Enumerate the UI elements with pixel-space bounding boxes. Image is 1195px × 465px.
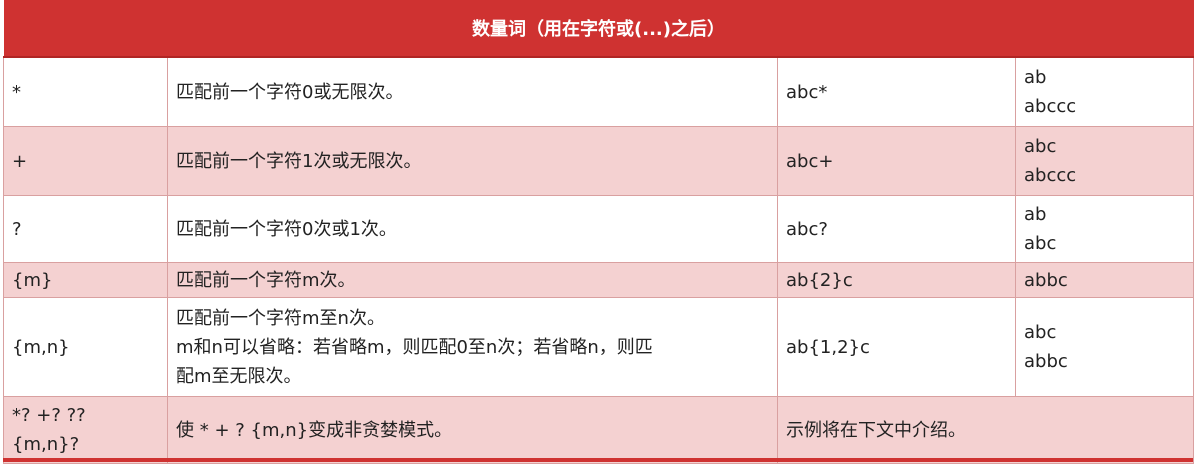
table-row: *? +? ?? {m,n}? 使 * + ? {m,n}变成非贪婪模式。 示例… xyxy=(3,396,1195,464)
match-item: abc xyxy=(1024,322,1057,343)
table-row: + 匹配前一个字符1次或无限次。 abc+ abc abccc xyxy=(3,126,1195,196)
syntax-cell: *? +? ?? {m,n}? xyxy=(3,396,168,464)
match-item: abc xyxy=(1024,136,1057,157)
table-row: ? 匹配前一个字符0次或1次。 abc? ab abc xyxy=(3,195,1195,263)
quantifier-table-container: 数量词（用在字符或(...)之后） * 匹配前一个字符0或无限次。 abc* a… xyxy=(0,0,1195,465)
match-item: ab xyxy=(1024,204,1047,225)
match-item: abbc xyxy=(1024,269,1068,291)
description-cell: 使 * + ? {m,n}变成非贪婪模式。 xyxy=(167,396,778,464)
syntax-line: {m,n}? xyxy=(12,434,80,455)
syntax-cell: ? xyxy=(3,195,168,263)
table-row: {m,n} 匹配前一个字符m至n次。 m和n可以省略：若省略m，则匹配0至n次；… xyxy=(3,297,1195,397)
syntax-cell: {m} xyxy=(3,262,168,298)
description-cell: 匹配前一个字符0次或1次。 xyxy=(167,195,778,263)
matches-cell: abbc xyxy=(1014,262,1195,298)
match-item: abbc xyxy=(1024,351,1068,372)
description-cell: 匹配前一个字符m次。 xyxy=(167,262,778,298)
description-cell: 匹配前一个字符m至n次。 m和n可以省略：若省略m，则匹配0至n次；若省略n，则… xyxy=(167,297,778,397)
example-cell: ab{2}c xyxy=(777,262,1016,298)
description-cell: 匹配前一个字符1次或无限次。 xyxy=(167,126,778,196)
description-line: 匹配前一个字符m至n次。 xyxy=(176,307,385,329)
match-item: abccc xyxy=(1024,96,1077,117)
table-title: 数量词（用在字符或(...)之后） xyxy=(3,0,1194,58)
matches-cell: abc abbc xyxy=(1014,297,1195,397)
syntax-line: *? +? ?? xyxy=(12,405,86,426)
example-cell: abc+ xyxy=(777,126,1016,196)
example-cell: abc? xyxy=(777,195,1016,263)
description-line: m和n可以省略：若省略m，则匹配0至n次；若省略n，则匹 xyxy=(176,336,653,358)
syntax-cell: + xyxy=(3,126,168,196)
syntax-cell: * xyxy=(3,56,168,127)
table-bottom-border xyxy=(3,458,1193,462)
syntax-cell: {m,n} xyxy=(3,297,168,397)
quantifier-table: 数量词（用在字符或(...)之后） * 匹配前一个字符0或无限次。 abc* a… xyxy=(3,0,1195,464)
matches-cell: ab abccc xyxy=(1014,56,1195,127)
note-cell: 示例将在下文中介绍。 xyxy=(776,396,1195,464)
example-cell: abc* xyxy=(777,56,1016,127)
table-row: * 匹配前一个字符0或无限次。 abc* ab abccc xyxy=(3,56,1195,127)
match-item: abccc xyxy=(1024,165,1077,186)
matches-cell: ab abc xyxy=(1014,195,1195,263)
table-row: {m} 匹配前一个字符m次。 ab{2}c abbc xyxy=(3,262,1195,298)
description-line: 配m至无限次。 xyxy=(176,365,302,387)
match-item: ab xyxy=(1024,67,1047,88)
description-cell: 匹配前一个字符0或无限次。 xyxy=(167,56,778,127)
example-cell: ab{1,2}c xyxy=(777,297,1016,397)
matches-cell: abc abccc xyxy=(1014,126,1195,196)
match-item: abc xyxy=(1024,233,1057,254)
